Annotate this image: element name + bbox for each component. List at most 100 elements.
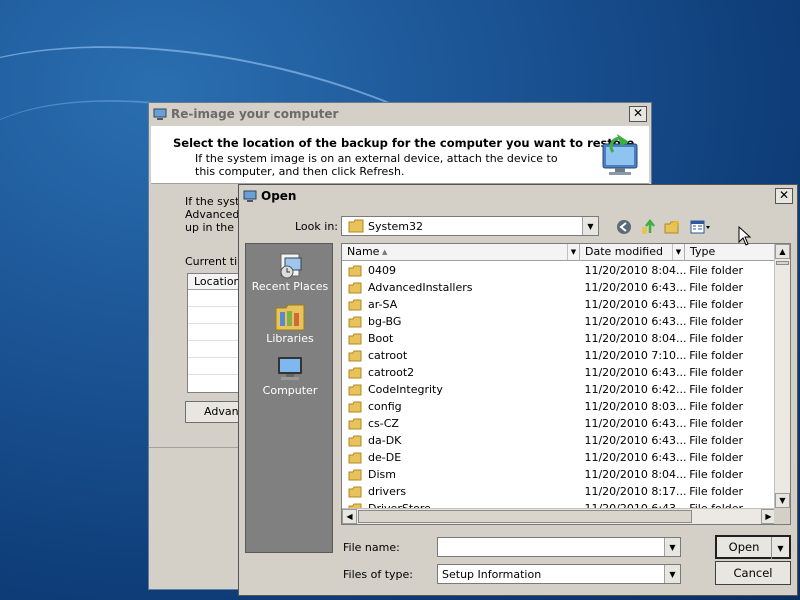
file-name-cell[interactable]: da-DK [342,432,581,449]
advanced-button[interactable]: Advanc [185,401,245,423]
type-cell: File folder [689,400,744,413]
view-menu-button[interactable] [687,217,715,237]
place-recent-places[interactable]: Recent Places [246,250,334,293]
date-modified-cell: 11/20/2010 8:04... [584,332,687,345]
open-button[interactable]: Open ▼ [715,535,791,559]
table-row[interactable]: ar-SA 11/20/2010 6:43... File folder [342,296,776,313]
table-row[interactable]: catroot2 11/20/2010 6:43... File folder [342,364,776,381]
folder-icon [348,316,362,327]
type-cell: File folder [689,315,744,328]
file-name-cell[interactable]: CodeIntegrity [342,381,581,398]
vertical-scroll-thumb[interactable] [776,261,789,265]
table-row[interactable]: catroot 11/20/2010 7:10... File folder [342,347,776,364]
folder-icon [348,435,362,446]
folder-icon [348,282,362,293]
chevron-down-icon[interactable]: ▼ [664,538,680,556]
type-cell: File folder [689,417,744,430]
table-row[interactable]: bg-BG 11/20/2010 6:43... File folder [342,313,776,330]
file-name-text: 0409 [368,264,396,277]
reimage-close-button[interactable]: ✕ [629,106,647,122]
table-row[interactable]: 0409 11/20/2010 8:04... File folder [342,262,776,279]
table-row[interactable]: cs-CZ 11/20/2010 6:43... File folder [342,415,776,432]
column-header-date-modified[interactable]: Date modified ▼ [580,244,685,261]
reimage-body-text: If the syste Advanced up in the lis [185,195,245,234]
file-name-cell[interactable]: de-DE [342,449,581,466]
reimage-title: Re-image your computer [171,107,339,121]
table-row[interactable]: CodeIntegrity 11/20/2010 6:42... File fold… [342,381,776,398]
table-row[interactable]: Dism 11/20/2010 8:04... File folder [342,466,776,483]
column-header-name[interactable]: Name ▲ ▼ [342,244,580,261]
horizontal-scrollbar[interactable]: ◀ ▶ [342,508,776,524]
table-row[interactable]: de-DE 11/20/2010 6:43... File folder [342,449,776,466]
type-cell: File folder [689,366,744,379]
place-computer[interactable]: Computer [246,354,334,397]
file-list[interactable]: Name ▲ ▼ Date modified ▼ Type 0409 11/20/… [341,243,791,525]
type-cell: File folder [689,349,744,362]
column-header-type[interactable]: Type [685,244,776,261]
scroll-left-button[interactable]: ◀ [342,509,357,524]
folder-icon [348,333,362,344]
place-libraries[interactable]: Libraries [246,302,334,345]
folder-icon [348,401,362,412]
folder-icon [348,350,362,361]
file-name-cell[interactable]: config [342,398,581,415]
file-name-cell[interactable]: ar-SA [342,296,581,313]
file-name-cell[interactable]: cs-CZ [342,415,581,432]
scroll-up-button[interactable]: ▲ [775,244,790,259]
file-name-text: catroot [368,349,408,362]
type-cell: File folder [689,298,744,311]
reimage-description: If the system image is on an external de… [195,152,558,178]
file-name-cell[interactable]: catroot [342,347,581,364]
cancel-button[interactable]: Cancel [715,561,791,585]
files-of-type-label: Files of type: [343,568,414,581]
file-name-input[interactable]: ▼ [437,537,681,557]
file-name-text: CodeIntegrity [368,383,443,396]
file-name-cell[interactable]: 0409 [342,262,581,279]
files-of-type-select[interactable]: Setup Information ▼ [437,564,681,584]
chevron-down-icon[interactable]: ▼ [664,565,680,583]
chevron-down-icon[interactable]: ▼ [567,244,579,260]
look-in-label: Look in: [295,220,338,233]
table-row[interactable]: Boot 11/20/2010 8:04... File folder [342,330,776,347]
back-button[interactable] [613,217,635,237]
new-folder-button[interactable] [661,217,683,237]
up-folder-icon [642,219,655,234]
place-label: Libraries [266,332,314,345]
date-modified-cell: 11/20/2010 6:43... [584,434,687,447]
file-name-text: de-DE [368,451,402,464]
date-modified-cell: 11/20/2010 6:43... [584,281,687,294]
horizontal-scroll-thumb[interactable] [358,510,692,523]
file-name-cell[interactable]: drivers [342,483,581,500]
new-folder-icon [664,220,679,234]
folder-icon [348,469,362,480]
file-name-cell[interactable]: Dism [342,466,581,483]
table-row[interactable]: drivers 11/20/2010 8:17... File folder [342,483,776,500]
file-name-text: Dism [368,468,396,481]
folder-icon [348,367,362,378]
table-row[interactable]: da-DK 11/20/2010 6:43... File folder [342,432,776,449]
file-name-cell[interactable]: catroot2 [342,364,581,381]
scroll-down-button[interactable]: ▼ [775,493,790,508]
folder-icon [348,452,362,463]
date-modified-cell: 11/20/2010 8:17... [584,485,687,498]
open-titlebar: Open [239,185,797,207]
open-split-chevron[interactable]: ▼ [771,537,789,559]
type-cell: File folder [689,281,744,294]
chevron-down-icon[interactable]: ▼ [582,217,598,235]
open-close-button[interactable]: ✕ [775,188,793,204]
file-name-cell[interactable]: AdvancedInstallers [342,279,581,296]
date-modified-cell: 11/20/2010 6:43... [584,315,687,328]
table-row[interactable]: AdvancedInstallers 11/20/2010 6:43... File… [342,279,776,296]
file-name-cell[interactable]: Boot [342,330,581,347]
file-name-cell[interactable]: bg-BG [342,313,581,330]
type-cell: File folder [689,434,744,447]
table-row[interactable]: config 11/20/2010 8:03... File folder [342,398,776,415]
file-name-text: cs-CZ [368,417,399,430]
look-in-combo[interactable]: System32 ▼ [341,216,599,236]
chevron-down-icon[interactable]: ▼ [672,244,684,260]
up-folder-button[interactable] [637,217,659,237]
file-name-text: da-DK [368,434,402,447]
file-name-text: AdvancedInstallers [368,281,473,294]
reimage-app-icon [153,108,167,120]
vertical-scrollbar[interactable]: ▲ ▼ [774,244,790,508]
